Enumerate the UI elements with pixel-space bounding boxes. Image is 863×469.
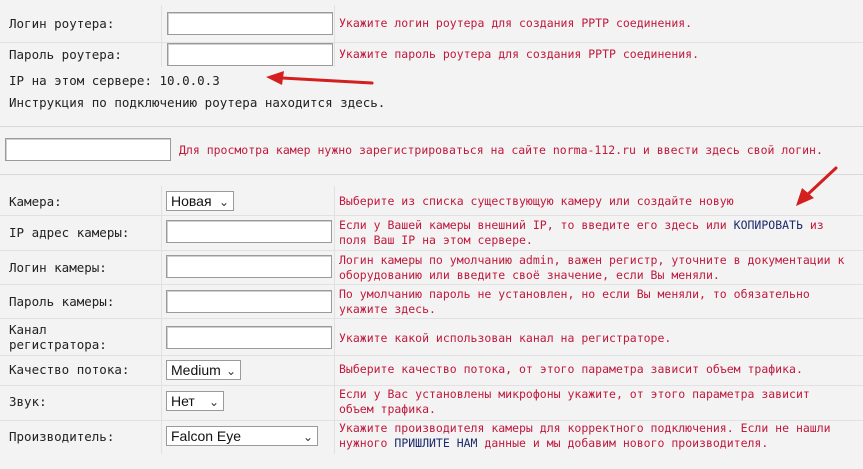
vendor-select[interactable]: Falcon Eye ⌄ xyxy=(166,426,318,446)
register-hint: Для просмотра камер нужно зарегистрирова… xyxy=(179,143,823,157)
quality-label: Качество потока: xyxy=(9,362,130,377)
chevron-down-icon: ⌄ xyxy=(208,395,219,409)
chevron-down-icon: ⌄ xyxy=(218,195,229,209)
router-instruction: Инструкция по подключению роутера находи… xyxy=(9,95,386,110)
chevron-down-icon: ⌄ xyxy=(225,364,236,378)
camera-ip-input[interactable] xyxy=(166,220,332,243)
router-login-label: Логин роутера: xyxy=(9,16,115,31)
quality-hint: Выберите качество потока, от этого парам… xyxy=(339,362,803,376)
router-login-input[interactable] xyxy=(167,12,333,35)
camera-password-hint: По умолчанию пароль не установлен, но ес… xyxy=(339,287,810,316)
router-login-hint: Укажите логин роутера для создания PPTP … xyxy=(339,16,693,30)
sound-hint: Если у Вас установлены микрофоны укажите… xyxy=(339,387,810,416)
vendor-hint: Укажите производителя камеры для коррект… xyxy=(339,421,831,450)
chevron-down-icon: ⌄ xyxy=(302,430,313,444)
camera-hint: Выберите из списка существующую камеру и… xyxy=(339,194,734,208)
router-ip-text: IP на этом сервере: 10.0.0.3 xyxy=(9,73,220,88)
camera-ip-hint: Если у Вашей камеры внешний IP, то введи… xyxy=(339,218,824,247)
router-password-label: Пароль роутера: xyxy=(9,47,122,62)
sound-label: Звук: xyxy=(9,394,47,409)
red-arrow-icon xyxy=(266,71,374,85)
camera-login-input[interactable] xyxy=(166,255,332,278)
copy-link[interactable]: КОПИРОВАТЬ xyxy=(734,218,803,232)
camera-login-hint: Логин камеры по умолчанию admin, важен р… xyxy=(339,253,845,282)
camera-login-label: Логин камеры: xyxy=(9,260,107,275)
channel-label: Канал регистратора: xyxy=(9,322,107,352)
camera-password-label: Пароль камеры: xyxy=(9,294,115,309)
camera-ip-label: IP адрес камеры: xyxy=(9,225,130,240)
channel-hint: Укажите какой использован канал на регис… xyxy=(339,331,672,345)
camera-label: Камера: xyxy=(9,194,62,209)
router-password-input[interactable] xyxy=(167,43,333,66)
camera-password-input[interactable] xyxy=(166,290,332,313)
camera-select[interactable]: Новая ⌄ xyxy=(166,191,234,211)
instruction-link[interactable]: здесь xyxy=(340,95,378,110)
quality-select[interactable]: Medium ⌄ xyxy=(166,360,241,380)
red-arrow-icon-2 xyxy=(796,166,838,206)
channel-input[interactable] xyxy=(166,326,332,349)
sound-select[interactable]: Нет ⌄ xyxy=(166,391,224,411)
vendor-label: Производитель: xyxy=(9,429,115,444)
router-password-hint: Укажите пароль роутера для создания PPTP… xyxy=(339,47,700,61)
send-us-link[interactable]: ПРИШЛИТЕ НАМ xyxy=(394,436,477,450)
site-login-input[interactable] xyxy=(5,138,171,161)
